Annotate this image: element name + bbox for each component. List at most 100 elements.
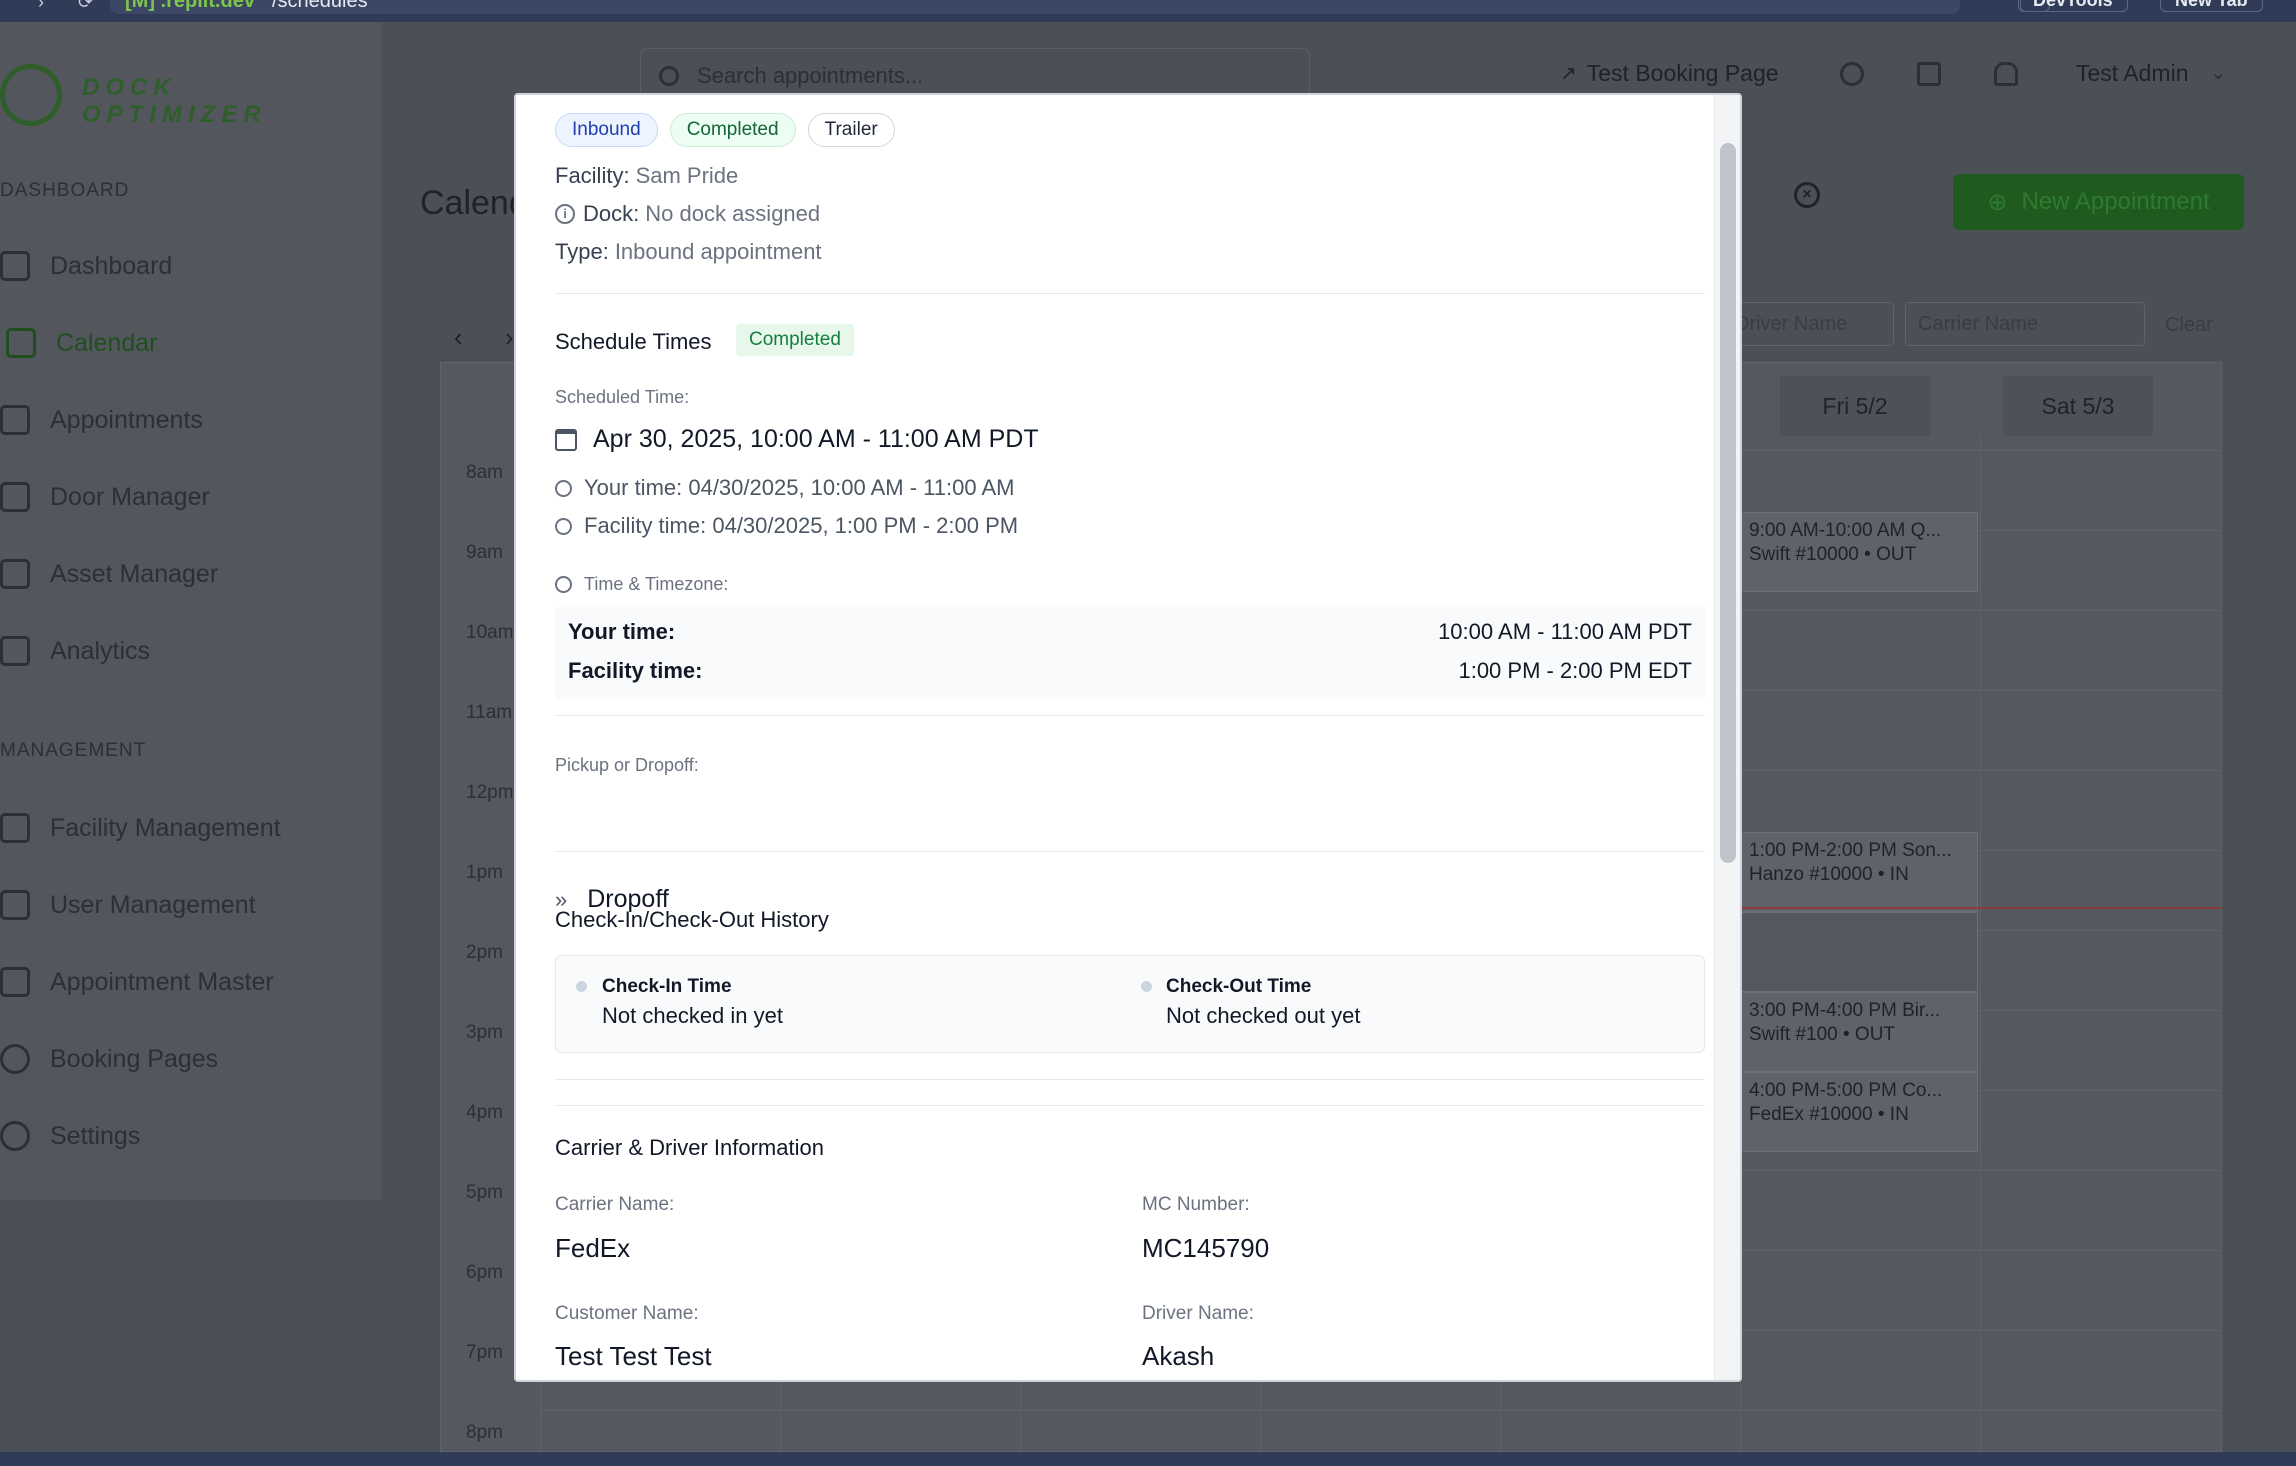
browser-toolbar: › ⟳ [M] .replit.dev /schedules DevTools … xyxy=(0,0,2296,22)
logo-line1: DOCK xyxy=(82,74,177,101)
schedule-status-badge: Completed xyxy=(736,324,854,356)
search-icon xyxy=(659,66,679,86)
sidebar-item-door-manager[interactable]: Door Manager xyxy=(0,477,210,517)
sidebar-item-label: Appointment Master xyxy=(50,967,274,996)
box-icon xyxy=(0,559,30,589)
logo-text: DOCK OPTIMIZER xyxy=(82,74,267,128)
mc-number-value: MC145790 xyxy=(1142,1233,1270,1263)
sidebar-section-dashboard: DASHBOARD xyxy=(0,180,130,201)
chevron-down-icon[interactable]: ⌄ xyxy=(2210,60,2227,85)
hour-label: 8pm xyxy=(466,1422,503,1443)
bell-icon[interactable] xyxy=(1994,62,2018,86)
sidebar-item-label: Settings xyxy=(50,1121,141,1150)
dock-label: Dock: xyxy=(583,201,640,226)
calendar-event[interactable]: 4:00 PM-5:00 PM Co... FedEx #10000 • IN xyxy=(1740,1072,1978,1152)
tz-facility-row: Facility time: 1:00 PM - 2:00 PM EDT xyxy=(568,658,1692,684)
pickup-label: Pickup or Dropoff: xyxy=(555,755,699,775)
sidebar-item-label: Calendar xyxy=(56,328,158,357)
new-appointment-label: New Appointment xyxy=(2021,188,2210,215)
prev-week-button[interactable]: ‹ xyxy=(454,322,463,353)
search-placeholder: Search appointments... xyxy=(697,63,924,88)
next-week-button[interactable]: › xyxy=(505,322,514,353)
carrier-filter-placeholder: Carrier Name xyxy=(1918,313,2039,335)
timezone-label-row: Time & Timezone: xyxy=(555,574,728,595)
address-bar[interactable] xyxy=(110,0,1960,14)
calendar-event[interactable]: 1:00 PM-2:00 PM Son... Hanzo #10000 • IN xyxy=(1740,832,1978,912)
sidebar: DOCK OPTIMIZER DASHBOARD Dashboard Calen… xyxy=(0,22,382,1200)
forward-icon[interactable]: › xyxy=(38,0,44,13)
status-dot-icon xyxy=(576,981,587,992)
sidebar-item-calendar[interactable]: Calendar xyxy=(6,323,157,363)
customer-name-label: Customer Name: xyxy=(555,1303,699,1324)
calendar-clock-icon xyxy=(0,405,30,435)
new-tab-button[interactable]: New Tab xyxy=(2160,0,2263,12)
sidebar-item-analytics[interactable]: Analytics xyxy=(0,631,150,671)
hour-label: 7pm xyxy=(466,1342,503,1363)
event-subtitle: Swift #10000 • OUT xyxy=(1749,544,1917,565)
facility-label: Facility: xyxy=(555,163,630,188)
sidebar-item-facility-management[interactable]: Facility Management xyxy=(0,808,281,848)
event-title: 9:00 AM-10:00 AM Q... xyxy=(1749,520,1942,541)
scrollbar-thumb[interactable] xyxy=(1720,143,1736,863)
calendar-event[interactable]: 3:00 PM-4:00 PM Bir... Swift #100 • OUT xyxy=(1740,992,1978,1072)
sidebar-item-dashboard[interactable]: Dashboard xyxy=(0,246,172,286)
info-icon: i xyxy=(555,204,575,224)
fullscreen-icon[interactable] xyxy=(1917,62,1941,86)
divider xyxy=(555,851,1705,852)
driver-filter-input[interactable]: Driver Name xyxy=(1722,302,1894,346)
modal-scrollbar[interactable] xyxy=(1714,95,1740,1380)
day-header: Fri 5/2 xyxy=(1780,376,1930,436)
sidebar-section-management: MANAGEMENT xyxy=(0,740,147,761)
timezone-box: Your time: 10:00 AM - 11:00 AM PDT Facili… xyxy=(555,607,1705,699)
devtools-button[interactable]: DevTools xyxy=(2018,0,2128,12)
url-tag: [M] .replit.dev xyxy=(125,0,256,12)
driver-name-value: Akash xyxy=(1142,1341,1215,1371)
facility-row: Facility: Sam Pride xyxy=(555,163,738,189)
hour-label: 10am xyxy=(466,622,514,643)
test-booking-link[interactable]: ↗ Test Booking Page xyxy=(1560,60,1779,87)
tz-your-value: 10:00 AM - 11:00 AM PDT xyxy=(1438,619,1692,644)
driver-filter-placeholder: Driver Name xyxy=(1735,313,1848,335)
checkin-column: Check-In Time Not checked in yet xyxy=(602,976,783,1029)
hour-label: 1pm xyxy=(466,862,503,883)
trailer-badge: Trailer xyxy=(807,113,895,147)
tz-facility-value: 1:00 PM - 2:00 PM EDT xyxy=(1458,658,1692,683)
sidebar-item-user-management[interactable]: User Management xyxy=(0,885,256,925)
sidebar-item-appointments[interactable]: Appointments xyxy=(0,400,203,440)
logo: DOCK OPTIMIZER xyxy=(0,42,261,128)
divider xyxy=(555,715,1705,716)
new-tab-label: New Tab xyxy=(2175,0,2248,10)
current-time-indicator xyxy=(1740,907,2222,909)
sidebar-item-appointment-master[interactable]: Appointment Master xyxy=(0,962,274,1002)
clear-filters-button[interactable]: Clear xyxy=(2165,314,2213,337)
carrier-section-title: Carrier & Driver Information xyxy=(555,1135,824,1160)
event-title: 4:00 PM-5:00 PM Co... xyxy=(1749,1080,1943,1101)
checkout-title: Check-Out Time xyxy=(1166,976,1312,997)
reload-icon[interactable]: ⟳ xyxy=(78,0,93,13)
new-appointment-button[interactable]: ⊕ New Appointment xyxy=(1953,174,2244,230)
calendar-event[interactable]: 9:00 AM-10:00 AM Q... Swift #10000 • OUT xyxy=(1740,512,1978,592)
building-icon xyxy=(0,813,30,843)
globe-icon[interactable] xyxy=(1840,62,1864,86)
url-path: /schedules xyxy=(272,0,368,12)
users-icon xyxy=(0,890,30,920)
user-name[interactable]: Test Admin xyxy=(2076,60,2189,87)
sidebar-item-label: Asset Manager xyxy=(50,559,219,588)
your-time-row: Your time: 04/30/2025, 10:00 AM - 11:00 … xyxy=(555,475,1015,501)
calendar-icon xyxy=(555,428,577,451)
event-subtitle: FedEx #10000 • IN xyxy=(1749,1104,1909,1125)
sidebar-item-asset-manager[interactable]: Asset Manager xyxy=(0,554,218,594)
chart-icon xyxy=(0,251,30,281)
hour-label: 4pm xyxy=(466,1102,503,1123)
sidebar-item-settings[interactable]: Settings xyxy=(0,1116,140,1156)
hour-label: 9am xyxy=(466,542,503,563)
carrier-filter-input[interactable]: Carrier Name xyxy=(1905,302,2145,346)
calendar-event-block[interactable] xyxy=(1740,912,1978,992)
devtools-label: DevTools xyxy=(2033,0,2113,10)
checkin-history-box: Check-In Time Not checked in yet Check-O… xyxy=(555,955,1705,1053)
timezone-label: Time & Timezone: xyxy=(584,574,729,594)
tz-your-label: Your time: xyxy=(568,619,676,644)
close-circle-icon[interactable]: × xyxy=(1794,182,1820,208)
sidebar-item-booking-pages[interactable]: Booking Pages xyxy=(0,1039,218,1079)
hour-label: 11am xyxy=(466,702,513,723)
